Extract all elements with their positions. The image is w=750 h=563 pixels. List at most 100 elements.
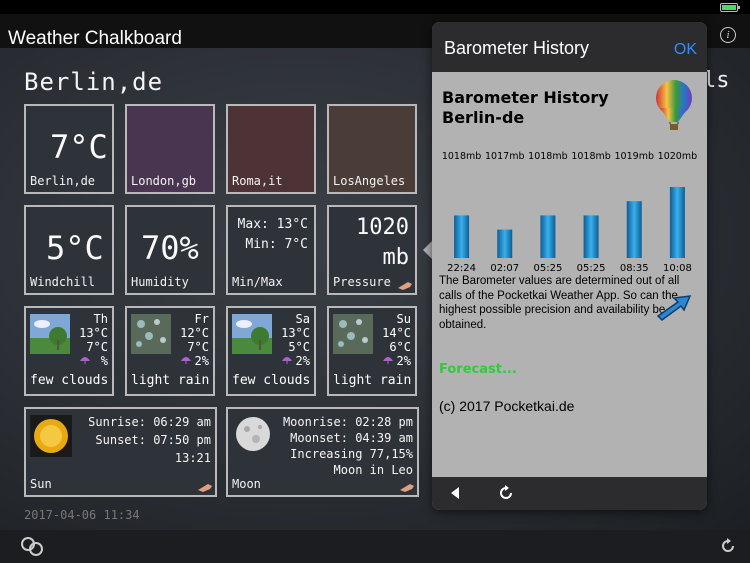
forecast-high: 12°C bbox=[180, 326, 209, 340]
chart-value-label: 1018mb bbox=[528, 151, 567, 162]
umbrella-icon bbox=[181, 357, 191, 364]
popover-title: Barometer History bbox=[444, 38, 590, 58]
chart-category-label: 08:35 bbox=[620, 263, 649, 274]
history-heading-line2: Berlin-de bbox=[442, 108, 525, 127]
city-tile-london[interactable]: London,gb bbox=[125, 104, 215, 194]
day-length: 13:21 bbox=[174, 451, 211, 465]
tap-hand-icon bbox=[198, 484, 212, 492]
chart-value-label: 1020mb bbox=[658, 151, 697, 162]
humidity-tile[interactable]: 70% Humidity bbox=[125, 205, 215, 295]
min-temperature: Min: 7°C bbox=[245, 237, 308, 252]
sun-icon bbox=[30, 415, 72, 457]
forecast-rain-chance: 2% bbox=[396, 354, 411, 368]
forecast-tile-th[interactable]: Th 13°C 7°C % few clouds bbox=[24, 306, 114, 396]
chart-category-label: 02:07 bbox=[490, 263, 519, 274]
sun-label: Sun bbox=[30, 477, 52, 491]
chart-value-label: 1017mb bbox=[485, 151, 524, 162]
windchill-tile[interactable]: 5°C Windchill bbox=[24, 205, 114, 295]
forecast-low: 6°C bbox=[389, 340, 411, 354]
humidity-value: 70% bbox=[141, 229, 199, 267]
bottom-bar bbox=[0, 530, 750, 563]
city-tile-berlin[interactable]: 7°C Berlin,de bbox=[24, 104, 114, 194]
back-arrow-icon[interactable] bbox=[448, 486, 462, 500]
chart-value-label: 1019mb bbox=[615, 151, 654, 162]
chart-category-label: 10:08 bbox=[663, 263, 692, 274]
sun-tile[interactable]: Sunrise: 06:29 am Sunset: 07:50 pm 13:21… bbox=[24, 407, 217, 497]
status-bar bbox=[0, 0, 750, 14]
forecast-rain-chance: 2% bbox=[295, 354, 310, 368]
chart-bar bbox=[583, 215, 599, 258]
city-title: Berlin,de bbox=[24, 68, 164, 96]
moon-sign: Moon in Leo bbox=[333, 463, 413, 477]
pressure-tile[interactable]: 1020 mb Pressure bbox=[327, 205, 417, 295]
chart-value-label: 1018mb bbox=[571, 151, 610, 162]
light-rain-icon bbox=[333, 314, 373, 354]
history-heading-line1: Barometer History bbox=[442, 88, 609, 107]
forecast-day: Th bbox=[93, 312, 108, 326]
forecast-low: 7°C bbox=[187, 340, 209, 354]
forecast-day: Fr bbox=[194, 312, 209, 326]
chart-bar bbox=[626, 201, 642, 258]
humidity-label: Humidity bbox=[131, 275, 189, 289]
ok-button[interactable]: OK bbox=[674, 41, 697, 59]
chart-bar bbox=[497, 229, 513, 258]
next-arrow-icon[interactable] bbox=[656, 292, 692, 324]
umbrella-icon bbox=[282, 357, 292, 364]
forecast-low: 5°C bbox=[288, 340, 310, 354]
popover-footer bbox=[432, 477, 707, 510]
chart-category-label: 22:24 bbox=[447, 263, 476, 274]
few-clouds-icon bbox=[30, 314, 70, 354]
tap-hand-icon bbox=[398, 282, 412, 290]
refresh-icon[interactable] bbox=[498, 485, 514, 501]
city-tile-label: London,gb bbox=[131, 174, 197, 188]
moon-tile[interactable]: Moonrise: 02:28 pm Moonset: 04:39 am Inc… bbox=[226, 407, 419, 497]
app-title: Weather Chalkboard bbox=[8, 28, 182, 49]
tap-hand-icon bbox=[400, 484, 414, 492]
forecast-tile-su[interactable]: Su 14°C 6°C 2% light rain bbox=[327, 306, 417, 396]
copyright-text: (c) 2017 Pocketkai.de bbox=[439, 398, 575, 414]
forecast-tile-fr[interactable]: Fr 12°C 7°C 2% light rain bbox=[125, 306, 215, 396]
few-clouds-icon bbox=[232, 314, 272, 354]
hot-air-balloon-icon bbox=[656, 80, 692, 130]
popover-content: Barometer History Berlin-de 1018mb 22:24 1… bbox=[432, 72, 707, 477]
forecast-rain-chance: 2% bbox=[194, 354, 209, 368]
moon-label: Moon bbox=[232, 477, 261, 491]
chart-bar bbox=[669, 187, 685, 258]
city-tile-label: Roma,it bbox=[232, 174, 283, 188]
minmax-tile[interactable]: Max: 13°C Min: 7°C Min/Max bbox=[226, 205, 316, 295]
windchill-label: Windchill bbox=[30, 275, 96, 289]
city-tile-roma[interactable]: Roma,it bbox=[226, 104, 316, 194]
forecast-high: 13°C bbox=[79, 326, 108, 340]
forecast-description: light rain bbox=[131, 373, 210, 388]
umbrella-icon bbox=[80, 357, 90, 364]
light-rain-icon bbox=[131, 314, 171, 354]
current-temperature: 7°C bbox=[50, 128, 108, 166]
refresh-icon[interactable] bbox=[720, 538, 736, 554]
battery-icon bbox=[720, 3, 740, 12]
info-icon[interactable]: i bbox=[720, 27, 736, 43]
forecast-day: Su bbox=[396, 312, 411, 326]
chart-category-label: 05:25 bbox=[577, 263, 606, 274]
pressure-unit: mb bbox=[382, 245, 410, 270]
forecast-tile-sa[interactable]: Sa 13°C 5°C 2% few clouds bbox=[226, 306, 316, 396]
city-tile-losangeles[interactable]: LosAngeles bbox=[327, 104, 417, 194]
moon-phase: Increasing 77,15% bbox=[290, 447, 413, 461]
barometer-popover: Barometer History OK Barometer History B… bbox=[432, 22, 707, 510]
forecast-rain-chance: % bbox=[100, 354, 108, 368]
moonrise-time: Moonrise: 02:28 pm bbox=[282, 415, 413, 429]
forecast-high: 14°C bbox=[382, 326, 411, 340]
sunrise-time: Sunrise: 06:29 am bbox=[88, 415, 211, 429]
forecast-high: 13°C bbox=[281, 326, 310, 340]
gear-icon[interactable] bbox=[18, 534, 46, 558]
forecast-description: few clouds bbox=[30, 373, 109, 388]
minmax-label: Min/Max bbox=[232, 275, 283, 289]
chart-bar bbox=[540, 215, 556, 258]
chart-bar bbox=[454, 215, 470, 258]
last-updated: 2017-04-06 11:34 bbox=[24, 508, 140, 522]
forecast-description: light rain bbox=[333, 373, 412, 388]
forecast-link[interactable]: Forecast... bbox=[439, 362, 517, 377]
forecast-description: few clouds bbox=[232, 373, 311, 388]
chart-value-label: 1018mb bbox=[442, 151, 481, 162]
moon-icon bbox=[236, 417, 270, 451]
history-heading: Barometer History Berlin-de bbox=[442, 88, 609, 128]
